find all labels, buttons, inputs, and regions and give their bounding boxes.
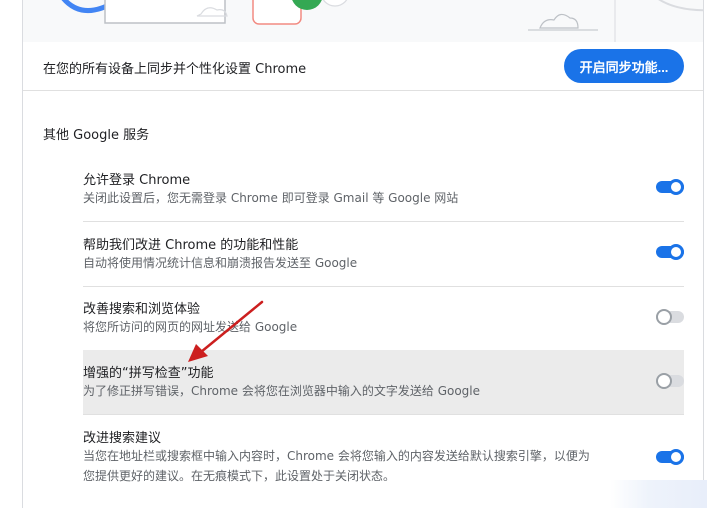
- setting-allow-chrome-signin: 允许登录 Chrome 关闭此设置后，您无需登录 Chrome 即可登录 Gma…: [83, 157, 684, 222]
- enhanced-spellcheck-toggle[interactable]: [656, 373, 684, 389]
- help-improve-toggle[interactable]: [656, 244, 684, 260]
- allow-signin-toggle[interactable]: [656, 179, 684, 195]
- setting-improve-search-browsing: 改善搜索和浏览体验 将您所访问的网页的网址发送给 Google: [83, 286, 684, 351]
- sync-description: 在您的所有设备上同步并个性化设置 Chrome: [43, 62, 307, 77]
- section-title: 其他 Google 服务: [43, 128, 150, 143]
- setting-title: 允许登录 Chrome: [83, 173, 191, 188]
- setting-description: 关闭此设置后，您无需登录 Chrome 即可登录 Gmail 等 Google …: [83, 191, 459, 205]
- setting-description-continued: 您提供更好的建议。在无痕模式下，此设置处于关闭状态。: [83, 469, 396, 483]
- setting-help-improve-chrome: 帮助我们改进 Chrome 的功能和性能 自动将使用情况统计信息和崩溃报告发送至…: [83, 222, 684, 287]
- setting-description: 当您在地址栏或搜索框中输入内容时，Chrome 会将您输入的内容发送给默认搜索引…: [83, 449, 590, 463]
- setting-description: 将您所访问的网页的网址发送给 Google: [83, 320, 298, 334]
- improve-search-toggle[interactable]: [656, 309, 684, 325]
- background-fade: [610, 480, 707, 508]
- setting-title: 改进搜索建议: [83, 431, 162, 446]
- setting-enhanced-spellcheck: 增强的“拼写检查”功能 为了修正拼写错误，Chrome 会将您在浏览器中输入的文…: [83, 350, 684, 415]
- search-suggestions-toggle[interactable]: [656, 449, 684, 465]
- setting-title: 改善搜索和浏览体验: [83, 302, 201, 317]
- sync-illustration: [23, 0, 703, 42]
- setting-description: 为了修正拼写错误，Chrome 会将您在浏览器中输入的文字发送给 Google: [83, 384, 481, 398]
- setting-improve-search-suggestions: 改进搜索建议 当您在地址栏或搜索框中输入内容时，Chrome 会将您输入的内容发…: [83, 415, 684, 493]
- turn-on-sync-button[interactable]: 开启同步功能...: [564, 49, 684, 83]
- setting-description: 自动将使用情况统计信息和崩溃报告发送至 Google: [83, 256, 358, 270]
- devices-illustration: [61, 0, 703, 42]
- setting-title: 增强的“拼写检查”功能: [83, 366, 214, 381]
- sync-row: 在您的所有设备上同步并个性化设置 Chrome 开启同步功能...: [23, 42, 703, 91]
- settings-panel: 在您的所有设备上同步并个性化设置 Chrome 开启同步功能... 其他 Goo…: [22, 0, 704, 508]
- setting-title: 帮助我们改进 Chrome 的功能和性能: [83, 238, 299, 253]
